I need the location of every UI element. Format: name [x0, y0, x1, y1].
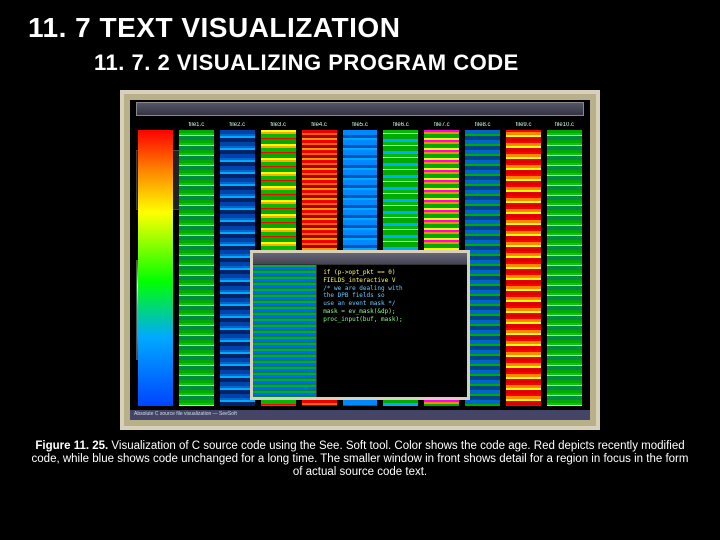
- detail-source-text: if (p->opt_pkt == 0) FIELDS_interactive …: [317, 265, 467, 397]
- detail-minimap: [253, 265, 317, 397]
- file-label: file4.c: [302, 122, 337, 129]
- detail-window-titlebar: [253, 253, 467, 265]
- file-label: file10.c: [547, 122, 582, 129]
- file-label: file5.c: [343, 122, 378, 129]
- file-label: file1.c: [179, 122, 214, 129]
- detail-popup-window: if (p->opt_pkt == 0) FIELDS_interactive …: [250, 250, 470, 400]
- section-heading: 11. 7 TEXT VISUALIZATION: [28, 12, 692, 44]
- code-column: file10.c: [547, 122, 582, 406]
- file-label: file2.c: [220, 122, 255, 129]
- code-strip: [465, 130, 500, 406]
- code-strip: [138, 130, 173, 406]
- main-window-titlebar: [136, 102, 584, 116]
- status-bar: Absolute C source file visualization — S…: [130, 410, 590, 420]
- file-label: file9.c: [506, 122, 541, 129]
- seesoft-main-window: file1.c file2.c file3.c file4.c: [130, 100, 590, 420]
- figure-caption-label: Figure 11. 25.: [35, 440, 108, 452]
- figure-frame: file1.c file2.c file3.c file4.c: [120, 90, 600, 430]
- code-column: file9.c: [506, 122, 541, 406]
- code-strip: [547, 130, 582, 406]
- detail-body: if (p->opt_pkt == 0) FIELDS_interactive …: [253, 265, 467, 397]
- file-label: file7.c: [424, 122, 459, 129]
- file-label: file3.c: [261, 122, 296, 129]
- figure-caption-text: Visualization of C source code using the…: [32, 440, 689, 478]
- code-column: file8.c: [465, 122, 500, 406]
- code-strip: [506, 130, 541, 406]
- code-strip: [179, 130, 214, 406]
- code-column: [138, 122, 173, 406]
- file-label: [138, 122, 173, 129]
- code-column: file1.c: [179, 122, 214, 406]
- file-label: file8.c: [465, 122, 500, 129]
- file-label: file6.c: [383, 122, 418, 129]
- figure-caption: Figure 11. 25. Visualization of C source…: [28, 440, 692, 480]
- subsection-heading: 11. 7. 2 VISUALIZING PROGRAM CODE: [94, 50, 692, 76]
- figure-container: file1.c file2.c file3.c file4.c: [28, 90, 692, 530]
